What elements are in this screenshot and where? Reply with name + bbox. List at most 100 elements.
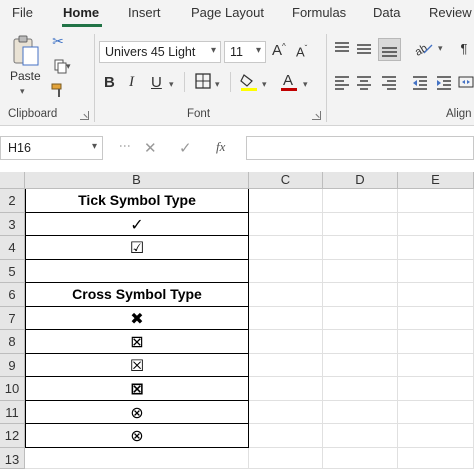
row-header-7[interactable]: 7 bbox=[0, 306, 25, 330]
select-all-corner[interactable] bbox=[0, 172, 25, 189]
row-header-2[interactable]: 2 bbox=[0, 189, 25, 213]
cell-b8[interactable]: ⊠ bbox=[25, 330, 249, 354]
cell-b3[interactable]: ✓ bbox=[25, 212, 249, 236]
row-header-8[interactable]: 8 bbox=[0, 330, 25, 354]
cell-b11[interactable]: ⊗ bbox=[25, 400, 249, 424]
top-align-button[interactable] bbox=[334, 40, 350, 56]
fill-color-dropdown-icon[interactable]: ▾ bbox=[262, 79, 267, 90]
tab-data[interactable]: Data bbox=[373, 5, 400, 20]
align-left-button[interactable] bbox=[334, 74, 350, 90]
cell-e7[interactable] bbox=[398, 306, 474, 330]
insert-function-button[interactable]: fx bbox=[216, 139, 225, 155]
cell-c3[interactable] bbox=[249, 212, 323, 236]
format-painter-button[interactable] bbox=[50, 82, 66, 98]
paste-dropdown-icon[interactable]: ▾ bbox=[20, 86, 25, 97]
cell-b7[interactable]: ✖ bbox=[25, 306, 249, 330]
resize-handle-icon[interactable]: ⋮ bbox=[118, 140, 132, 151]
cell-e11[interactable] bbox=[398, 400, 474, 424]
row-header-6[interactable]: 6 bbox=[0, 283, 25, 307]
orientation-button[interactable]: ab ▾ bbox=[412, 40, 443, 56]
cell-c11[interactable] bbox=[249, 400, 323, 424]
row-header-9[interactable]: 9 bbox=[0, 353, 25, 377]
tab-formulas[interactable]: Formulas bbox=[292, 5, 346, 20]
cell-b4[interactable]: ☑ bbox=[25, 236, 249, 260]
cell-e6[interactable] bbox=[398, 283, 474, 307]
font-launcher-icon[interactable] bbox=[312, 111, 321, 120]
cell-b2[interactable]: Tick Symbol Type bbox=[25, 189, 249, 213]
font-color-button[interactable]: A bbox=[280, 71, 298, 93]
underline-dropdown-icon[interactable]: ▾ bbox=[169, 79, 174, 90]
font-name-dropdown[interactable]: Univers 45 Light ▾ bbox=[99, 41, 221, 63]
cell-e9[interactable] bbox=[398, 353, 474, 377]
cell-c4[interactable] bbox=[249, 236, 323, 260]
row-header-5[interactable]: 5 bbox=[0, 259, 25, 283]
cell-d6[interactable] bbox=[323, 283, 398, 307]
cell-d2[interactable] bbox=[323, 189, 398, 213]
cell-c10[interactable] bbox=[249, 377, 323, 401]
fill-color-button[interactable] bbox=[240, 72, 258, 92]
row-header-13[interactable]: 13 bbox=[0, 447, 25, 469]
cell-e8[interactable] bbox=[398, 330, 474, 354]
column-header-b[interactable]: B bbox=[25, 172, 249, 189]
cell-b9[interactable]: ☒ bbox=[25, 353, 249, 377]
cell-c6[interactable] bbox=[249, 283, 323, 307]
column-header-d[interactable]: D bbox=[323, 172, 398, 189]
cell-d8[interactable] bbox=[323, 330, 398, 354]
cell-d3[interactable] bbox=[323, 212, 398, 236]
middle-align-button[interactable] bbox=[356, 40, 372, 56]
borders-button[interactable] bbox=[195, 73, 211, 89]
cell-e2[interactable] bbox=[398, 189, 474, 213]
font-size-dropdown[interactable]: 11 ▾ bbox=[224, 41, 266, 63]
merge-center-button[interactable] bbox=[458, 74, 474, 90]
cell-d5[interactable] bbox=[323, 259, 398, 283]
borders-dropdown-icon[interactable]: ▾ bbox=[215, 79, 220, 90]
wrap-text-button[interactable]: ¶ bbox=[456, 40, 472, 56]
cell-d10[interactable] bbox=[323, 377, 398, 401]
row-header-3[interactable]: 3 bbox=[0, 212, 25, 236]
cell-d13[interactable] bbox=[323, 447, 398, 469]
row-header-10[interactable]: 10 bbox=[0, 377, 25, 401]
bold-button[interactable]: B bbox=[104, 74, 115, 91]
decrease-indent-button[interactable] bbox=[412, 74, 428, 90]
cell-b5[interactable] bbox=[25, 259, 249, 283]
increase-font-size-icon[interactable]: A^ bbox=[272, 42, 286, 59]
copy-button[interactable]: ▾ bbox=[50, 58, 72, 74]
cell-b12[interactable]: ⊗ bbox=[25, 424, 249, 448]
cut-button[interactable]: ✂ bbox=[50, 34, 66, 50]
tab-file[interactable]: File bbox=[12, 5, 33, 20]
cell-c9[interactable] bbox=[249, 353, 323, 377]
cell-b10[interactable]: ⊠ bbox=[25, 377, 249, 401]
cell-b13[interactable] bbox=[25, 447, 249, 469]
name-box[interactable]: H16 ▾ bbox=[0, 136, 103, 160]
underline-button[interactable]: U bbox=[151, 74, 162, 91]
formula-input[interactable] bbox=[246, 136, 474, 160]
enter-check-icon[interactable]: ✓ bbox=[179, 139, 192, 157]
cell-c7[interactable] bbox=[249, 306, 323, 330]
tab-review[interactable]: Review bbox=[429, 5, 472, 20]
row-header-4[interactable]: 4 bbox=[0, 236, 25, 260]
column-header-e[interactable]: E bbox=[398, 172, 474, 189]
row-header-11[interactable]: 11 bbox=[0, 400, 25, 424]
cell-c13[interactable] bbox=[249, 447, 323, 469]
cell-c12[interactable] bbox=[249, 424, 323, 448]
cell-e3[interactable] bbox=[398, 212, 474, 236]
align-center-button[interactable] bbox=[356, 74, 372, 90]
cell-c8[interactable] bbox=[249, 330, 323, 354]
cell-b6[interactable]: Cross Symbol Type bbox=[25, 283, 249, 307]
clipboard-launcher-icon[interactable] bbox=[80, 111, 89, 120]
tab-insert[interactable]: Insert bbox=[128, 5, 161, 20]
cell-d4[interactable] bbox=[323, 236, 398, 260]
row-header-12[interactable]: 12 bbox=[0, 424, 25, 448]
align-right-button[interactable] bbox=[381, 74, 397, 90]
cell-e13[interactable] bbox=[398, 447, 474, 469]
cell-d9[interactable] bbox=[323, 353, 398, 377]
cancel-icon[interactable]: ✕ bbox=[144, 139, 157, 157]
tab-home[interactable]: Home bbox=[63, 5, 99, 20]
column-header-c[interactable]: C bbox=[249, 172, 323, 189]
paste-button[interactable] bbox=[8, 34, 44, 68]
cell-d11[interactable] bbox=[323, 400, 398, 424]
cell-d7[interactable] bbox=[323, 306, 398, 330]
cell-e5[interactable] bbox=[398, 259, 474, 283]
font-color-dropdown-icon[interactable]: ▾ bbox=[303, 79, 308, 90]
cell-e12[interactable] bbox=[398, 424, 474, 448]
